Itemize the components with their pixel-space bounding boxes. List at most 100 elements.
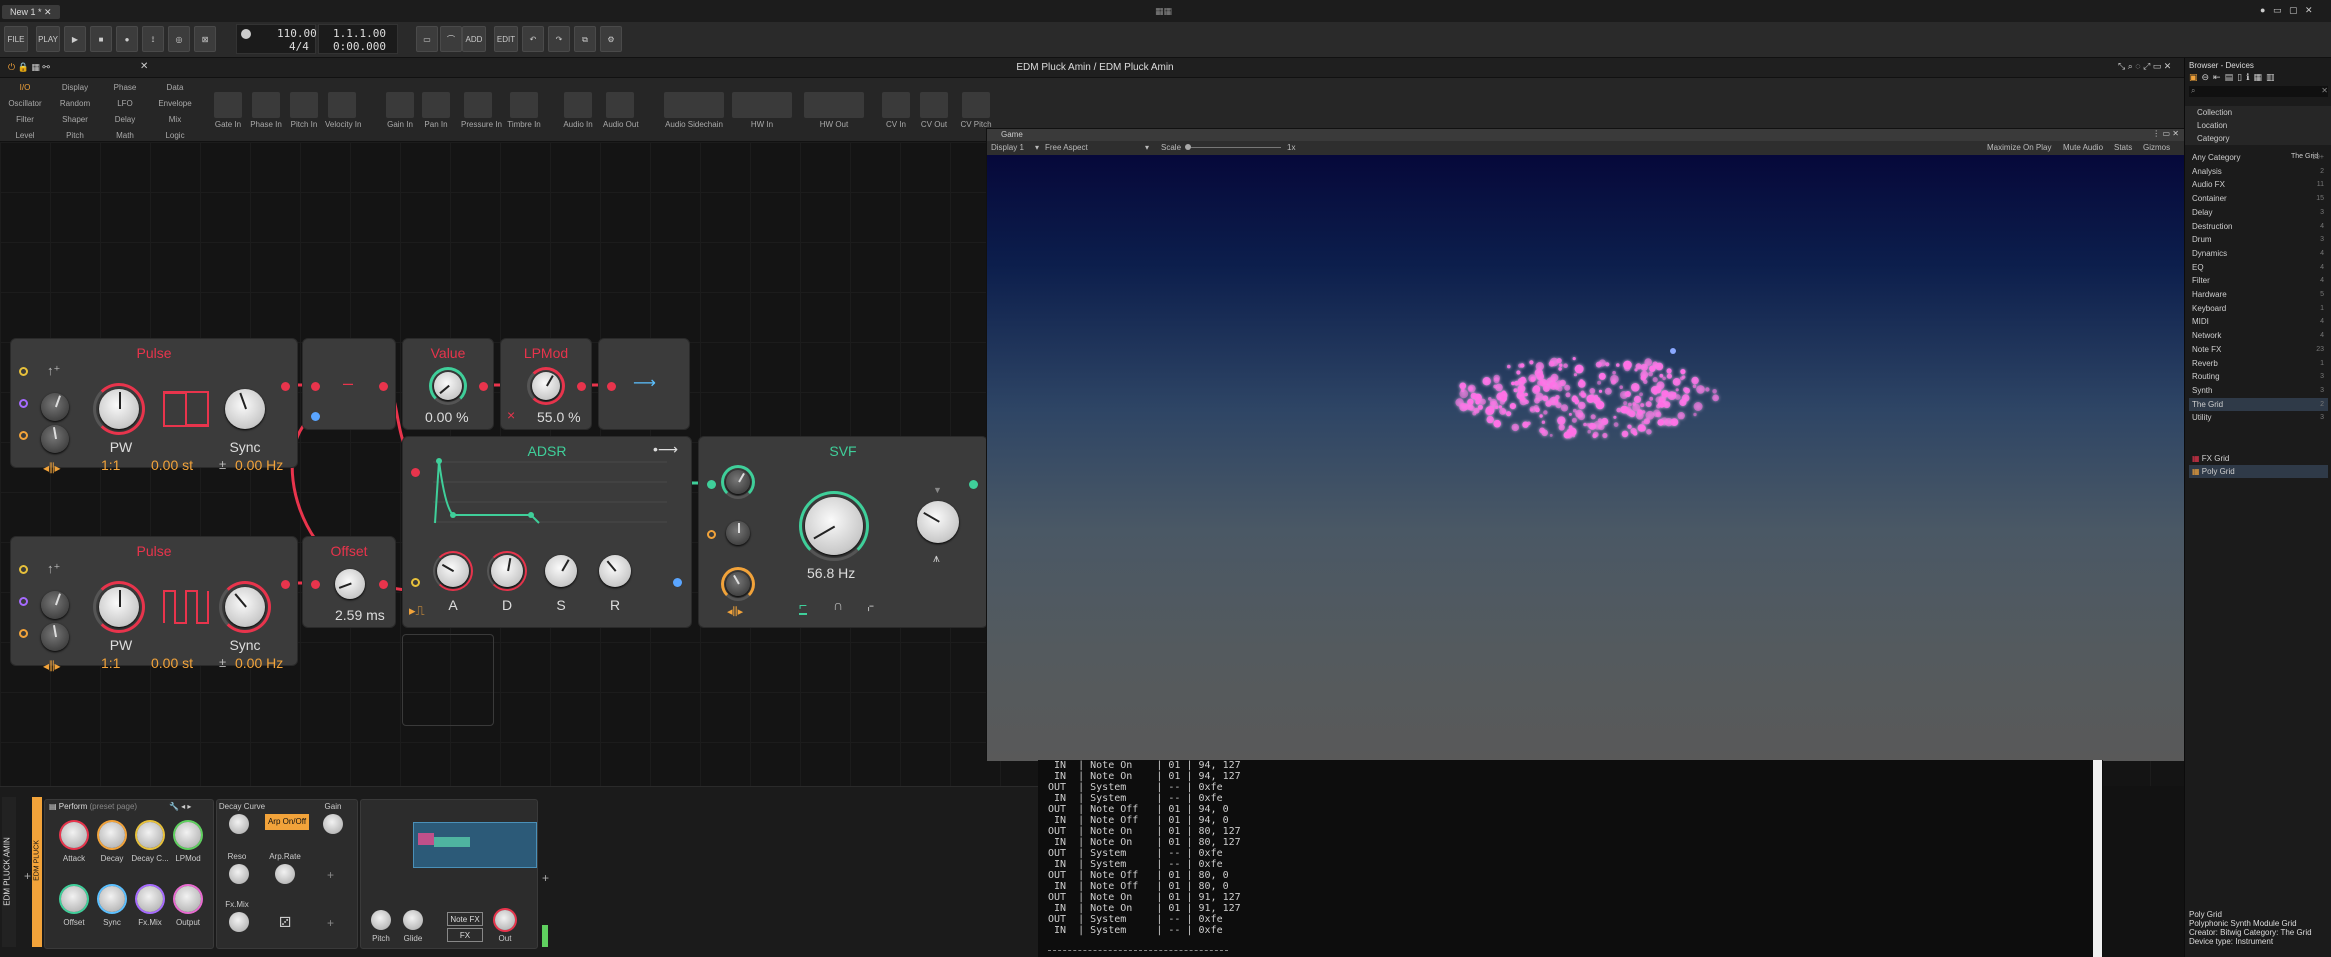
macro-knob[interactable] bbox=[61, 886, 87, 912]
pitch-ratio[interactable]: 1:1 bbox=[101, 457, 120, 473]
adsr-knob-s[interactable] bbox=[545, 555, 577, 587]
scale-slider-thumb[interactable] bbox=[1185, 144, 1191, 150]
phase-mod-knob[interactable] bbox=[41, 393, 69, 421]
palette-category[interactable]: Delay bbox=[102, 115, 148, 124]
mute-audio-toggle[interactable]: Mute Audio bbox=[2063, 143, 2103, 152]
value-module[interactable]: Value 0.00 % bbox=[402, 338, 494, 430]
tempo-display[interactable]: 110.00 4/4 bbox=[236, 24, 317, 54]
grid-preview[interactable]: Pitch Glide Note FX FX Out bbox=[360, 799, 538, 949]
stats-toggle[interactable]: Stats bbox=[2114, 143, 2132, 152]
reso-knob[interactable] bbox=[229, 864, 249, 884]
palette-item[interactable]: Gate In bbox=[211, 92, 245, 129]
lpmod-module[interactable]: LPMod × 55.0 % bbox=[500, 338, 592, 430]
macro-knob[interactable] bbox=[99, 822, 125, 848]
midi-console[interactable]: IN | Note On | 01 | 94, 127 IN | Note On… bbox=[1038, 760, 2103, 957]
pulse-output-port[interactable] bbox=[281, 580, 290, 589]
value-output-port[interactable] bbox=[479, 382, 488, 391]
pitch-semitones[interactable]: 0.00 st bbox=[151, 655, 193, 671]
pitch-ratio-icon[interactable]: ◂⫼▸ bbox=[43, 461, 61, 476]
palette-category[interactable]: Filter bbox=[2, 115, 48, 124]
pitch-knob[interactable] bbox=[371, 910, 391, 930]
macro-knob[interactable] bbox=[99, 886, 125, 912]
fxmix-knob[interactable] bbox=[229, 912, 249, 932]
palette-category[interactable]: Oscillator bbox=[2, 99, 48, 108]
remote-page-header[interactable]: ▤ Perform (preset page) bbox=[49, 802, 137, 811]
category-item[interactable]: Destruction 4 bbox=[2189, 220, 2328, 233]
pw-knob[interactable] bbox=[99, 587, 139, 627]
offset-output-port[interactable] bbox=[379, 580, 388, 589]
console-scrollbar[interactable] bbox=[2093, 760, 2102, 957]
svf-pitch-mod-knob[interactable] bbox=[726, 521, 750, 545]
lpmod-close-icon[interactable]: × bbox=[507, 407, 515, 423]
pitch-hz[interactable]: 0.00 Hz bbox=[235, 457, 283, 473]
remote-page-controls[interactable]: 🔧 ◂ ▸ bbox=[169, 802, 191, 811]
game-window-controls[interactable]: ⋮ ▭ ✕ bbox=[2152, 129, 2179, 138]
palette-item[interactable]: HW In bbox=[730, 92, 794, 129]
category-item[interactable]: Dynamics 4 bbox=[2189, 247, 2328, 260]
pitch-mod-knob[interactable] bbox=[41, 425, 69, 453]
retrigger-icon[interactable]: ↑⁺ bbox=[47, 561, 60, 577]
category-item[interactable]: Drum 3 bbox=[2189, 233, 2328, 246]
macro-knob[interactable] bbox=[175, 822, 201, 848]
category-item[interactable]: MIDI 4 bbox=[2189, 315, 2328, 328]
palette-category[interactable]: Display bbox=[52, 83, 98, 92]
offset-knob[interactable] bbox=[335, 569, 365, 599]
lpmod-output-port[interactable] bbox=[577, 382, 586, 391]
category-item[interactable]: Audio FX 11 bbox=[2189, 178, 2328, 191]
retrigger-icon[interactable]: ↑⁺ bbox=[47, 363, 60, 379]
palette-item[interactable]: Audio In bbox=[561, 92, 595, 129]
category-item[interactable]: Container 15 bbox=[2189, 192, 2328, 205]
editor-window-controls[interactable]: ⤡ ⌕ ◌ ⤢ ▭ ✕ bbox=[2118, 61, 2171, 72]
record-button[interactable]: ● bbox=[116, 26, 138, 52]
palette-item[interactable]: Audio Sidechain bbox=[662, 92, 726, 129]
svf-filter-module[interactable]: SVF ◂⫼▸ 56.8 Hz ▼ ⩚ ⌐ ∩ ⌌ bbox=[698, 436, 988, 628]
pulse-oscillator-2[interactable]: Pulse ↑⁺ PW Sync ◂⫼▸ 1:1 0.00 st ± 0.00 … bbox=[10, 536, 298, 673]
pitch-ratio[interactable]: 1:1 bbox=[101, 655, 120, 671]
play-button[interactable]: ▶ bbox=[64, 26, 86, 52]
palette-item[interactable]: Timbre In bbox=[507, 92, 541, 129]
game-viewport[interactable] bbox=[987, 155, 2185, 761]
palette-category[interactable]: Data bbox=[152, 83, 198, 92]
edit-button[interactable]: EDIT bbox=[494, 26, 518, 52]
pw-knob[interactable] bbox=[99, 389, 139, 429]
stop-button[interactable]: ■ bbox=[90, 26, 112, 52]
gizmos-toggle[interactable]: Gizmos bbox=[2143, 143, 2170, 152]
browser-search[interactable]: ⌕ ✕ bbox=[2189, 86, 2328, 97]
glide-knob[interactable] bbox=[403, 910, 423, 930]
svf-bandpass-icon[interactable]: ∩ bbox=[833, 597, 843, 613]
phase-input-port[interactable] bbox=[19, 597, 28, 606]
redo-button[interactable]: ↷ bbox=[548, 26, 570, 52]
svf-highpass-icon[interactable]: ⌌ bbox=[863, 597, 874, 614]
palette-category[interactable]: Level bbox=[2, 131, 48, 140]
subtract-output-port[interactable] bbox=[379, 382, 388, 391]
category-item[interactable]: Filter 4 bbox=[2189, 274, 2328, 287]
punch-button[interactable]: ⌒ bbox=[440, 26, 462, 52]
fx-button[interactable]: FX bbox=[447, 928, 483, 942]
category-item[interactable]: Delay 3 bbox=[2189, 206, 2328, 219]
palette-item[interactable]: CV In bbox=[879, 92, 913, 129]
category-item[interactable]: Any Category 99+ bbox=[2189, 151, 2328, 164]
macro-knob[interactable] bbox=[137, 822, 163, 848]
category-item[interactable]: The Grid 2 bbox=[2189, 397, 2328, 411]
game-window[interactable]: Game ⋮ ▭ ✕ Display 1 ▾ Free Aspect ▾ Sca… bbox=[986, 128, 2185, 761]
offset-module[interactable]: Offset 2.59 ms bbox=[302, 536, 396, 628]
palette-item[interactable]: CV Pitch bbox=[959, 92, 993, 129]
category-item[interactable]: Hardware 5 bbox=[2189, 288, 2328, 301]
pitch-input-port[interactable] bbox=[19, 431, 28, 440]
adsr-trigger-port[interactable] bbox=[411, 578, 420, 587]
window-controls[interactable]: ● ▭ ▢ ✕ bbox=[2260, 5, 2313, 16]
gate-input-port[interactable] bbox=[19, 565, 28, 574]
undo-button[interactable]: ↶ bbox=[522, 26, 544, 52]
palette-item[interactable]: Phase In bbox=[249, 92, 283, 129]
display-select[interactable]: Display 1 bbox=[991, 143, 1024, 152]
subtract-input-port-a[interactable] bbox=[311, 382, 320, 391]
browser-section-location[interactable]: Location bbox=[2185, 119, 2331, 132]
browser-section-collection[interactable]: Collection bbox=[2185, 106, 2331, 119]
pitch-input-port[interactable] bbox=[19, 629, 28, 638]
svf-output-port[interactable] bbox=[969, 480, 978, 489]
gate-pulse-icon[interactable]: ▸⎍ bbox=[409, 603, 425, 619]
category-item[interactable]: Note FX 23 bbox=[2189, 343, 2328, 356]
palette-item[interactable]: Audio Out bbox=[603, 92, 639, 129]
project-tab[interactable]: New 1 * ✕ bbox=[2, 5, 60, 19]
aspect-select[interactable]: Free Aspect bbox=[1045, 143, 1088, 152]
